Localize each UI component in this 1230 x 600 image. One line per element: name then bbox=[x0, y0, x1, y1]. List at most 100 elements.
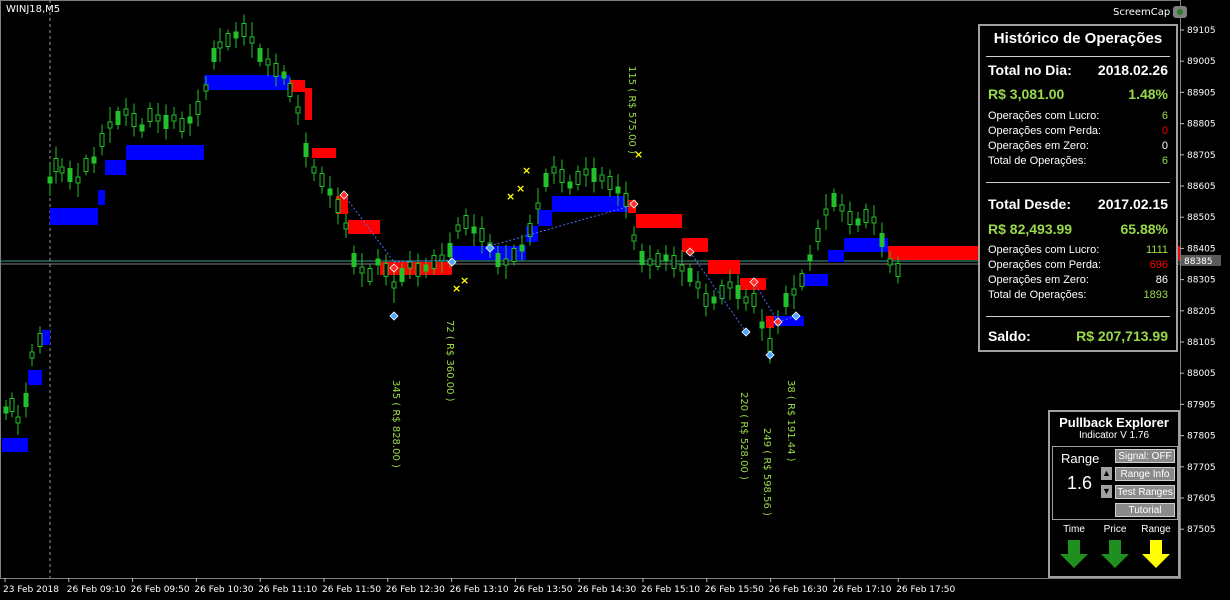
y-tick-label: 89105 bbox=[1187, 26, 1216, 36]
x-tick-label: 26 Feb 16:30 bbox=[769, 585, 828, 595]
candle-body bbox=[703, 293, 709, 307]
candle-body bbox=[359, 266, 365, 274]
candle-body bbox=[607, 176, 613, 190]
since-label: Total Desde: bbox=[988, 196, 1071, 212]
candle-body bbox=[711, 296, 717, 304]
trail-band-segment bbox=[28, 370, 42, 385]
candle-body bbox=[399, 268, 405, 282]
candle-body bbox=[273, 63, 279, 77]
x-tick-label: 26 Feb 11:50 bbox=[322, 585, 381, 595]
candle-body bbox=[195, 101, 201, 115]
historico-panel: Histórico de Operações Total no Dia: 201… bbox=[978, 24, 1178, 352]
candle-body bbox=[83, 158, 89, 172]
x-tick-label: 26 Feb 13:50 bbox=[513, 585, 572, 595]
candle-body bbox=[743, 296, 749, 304]
y-tick-label: 87605 bbox=[1187, 494, 1216, 504]
trade-result-label: 72 ( R$ 360.00 ) bbox=[444, 320, 455, 402]
range-up-button[interactable]: ▲ bbox=[1101, 467, 1112, 480]
candle-body bbox=[663, 254, 669, 262]
range-value: 1.6 bbox=[1067, 473, 1093, 493]
candle-body bbox=[679, 264, 685, 272]
trail-band-segment bbox=[50, 208, 98, 225]
candle-body bbox=[879, 233, 885, 247]
candle-body bbox=[29, 351, 35, 359]
candle-body bbox=[147, 108, 153, 122]
candle-body bbox=[287, 83, 293, 97]
screencap-button[interactable]: ScreemCap bbox=[1113, 6, 1188, 18]
range-down-button[interactable]: ▼ bbox=[1101, 485, 1112, 498]
candle-body bbox=[59, 166, 65, 174]
since-value-row: R$ 82,493.99 65.88% bbox=[988, 221, 1168, 237]
stat-label: Operações com Lucro: bbox=[988, 110, 1100, 122]
candle-body bbox=[131, 113, 137, 127]
price-label: Price bbox=[1103, 524, 1127, 535]
trail-band-segment bbox=[766, 316, 774, 328]
historico-title: Histórico de Operações bbox=[993, 30, 1163, 47]
candle-body bbox=[431, 255, 437, 269]
candle-body bbox=[15, 416, 21, 424]
divider bbox=[986, 56, 1170, 57]
y-tick-label: 87505 bbox=[1187, 525, 1216, 535]
candle-body bbox=[281, 71, 287, 79]
candle-body bbox=[807, 254, 813, 262]
time-label: Time bbox=[1063, 524, 1085, 535]
trail-band-segment bbox=[552, 196, 628, 212]
stat-label: Operações com Perda: bbox=[988, 259, 1102, 271]
trail-band-segment bbox=[126, 145, 204, 160]
stat-value: 6 bbox=[1161, 110, 1168, 122]
candle-body bbox=[415, 263, 421, 277]
stop-marker-icon: × bbox=[516, 182, 525, 195]
candle-body bbox=[257, 48, 263, 62]
time-arrow-down-icon bbox=[1060, 540, 1088, 568]
stat-label: Operações com Lucro: bbox=[988, 244, 1100, 256]
y-tick-label: 88705 bbox=[1187, 151, 1216, 161]
trail-band-segment bbox=[682, 238, 708, 252]
trade-marker-icon bbox=[765, 350, 775, 360]
candle-body bbox=[887, 258, 893, 266]
stat-label: Operações com Perda: bbox=[988, 125, 1102, 137]
x-tick-label: 26 Feb 10:30 bbox=[194, 585, 253, 595]
candle-body bbox=[735, 285, 741, 299]
since-header-row: Total Desde: 2017.02.15 bbox=[988, 196, 1168, 212]
candle-body bbox=[727, 281, 733, 289]
candle-body bbox=[241, 23, 247, 37]
stat-label: Operações em Zero: bbox=[988, 140, 1089, 152]
stat-row: Total de Operações: 1893 bbox=[988, 289, 1168, 301]
range-info-button[interactable]: Range Info bbox=[1115, 467, 1175, 481]
stop-marker-icon: × bbox=[522, 164, 531, 177]
x-tick-label: 26 Feb 17:10 bbox=[832, 585, 891, 595]
candle-body bbox=[751, 293, 757, 307]
candle-body bbox=[249, 36, 255, 44]
candle-body bbox=[543, 173, 549, 187]
stat-row: Operações em Zero: 86 bbox=[988, 274, 1168, 286]
candle-body bbox=[591, 168, 597, 182]
pullback-title: Pullback Explorer bbox=[1059, 415, 1169, 430]
symbol-label: WINJ18,M5 bbox=[6, 4, 61, 15]
candle-body bbox=[719, 285, 725, 299]
signal-button[interactable]: Signal: OFF bbox=[1115, 449, 1175, 463]
saldo-row: Saldo: R$ 207,713.99 bbox=[988, 328, 1168, 344]
candle-body bbox=[895, 263, 901, 277]
trail-band-segment bbox=[538, 210, 552, 226]
stat-value: 0 bbox=[1161, 140, 1168, 152]
trail-band-segment bbox=[305, 88, 312, 120]
candle-body bbox=[211, 48, 217, 62]
candle-body bbox=[831, 193, 837, 207]
y-tick-label: 88005 bbox=[1187, 369, 1216, 379]
x-tick-label: 26 Feb 14:30 bbox=[577, 585, 636, 595]
candle-body bbox=[23, 393, 29, 407]
candle-body bbox=[107, 121, 113, 129]
candle-body bbox=[479, 228, 485, 242]
stat-value: 696 bbox=[1149, 259, 1168, 271]
stat-value: 86 bbox=[1155, 274, 1168, 286]
candle-body bbox=[171, 114, 177, 122]
candle-body bbox=[631, 234, 637, 242]
candle-body bbox=[99, 133, 105, 147]
stat-row: Operações com Perda: 696 bbox=[988, 259, 1168, 271]
candle-body bbox=[503, 258, 509, 266]
candle-body bbox=[367, 268, 373, 282]
x-tick-label: 23 Feb 2018 bbox=[3, 585, 59, 595]
tutorial-button[interactable]: Tutorial bbox=[1115, 503, 1175, 517]
candle-body bbox=[471, 226, 477, 234]
test-ranges-button[interactable]: Test Ranges bbox=[1115, 485, 1175, 499]
